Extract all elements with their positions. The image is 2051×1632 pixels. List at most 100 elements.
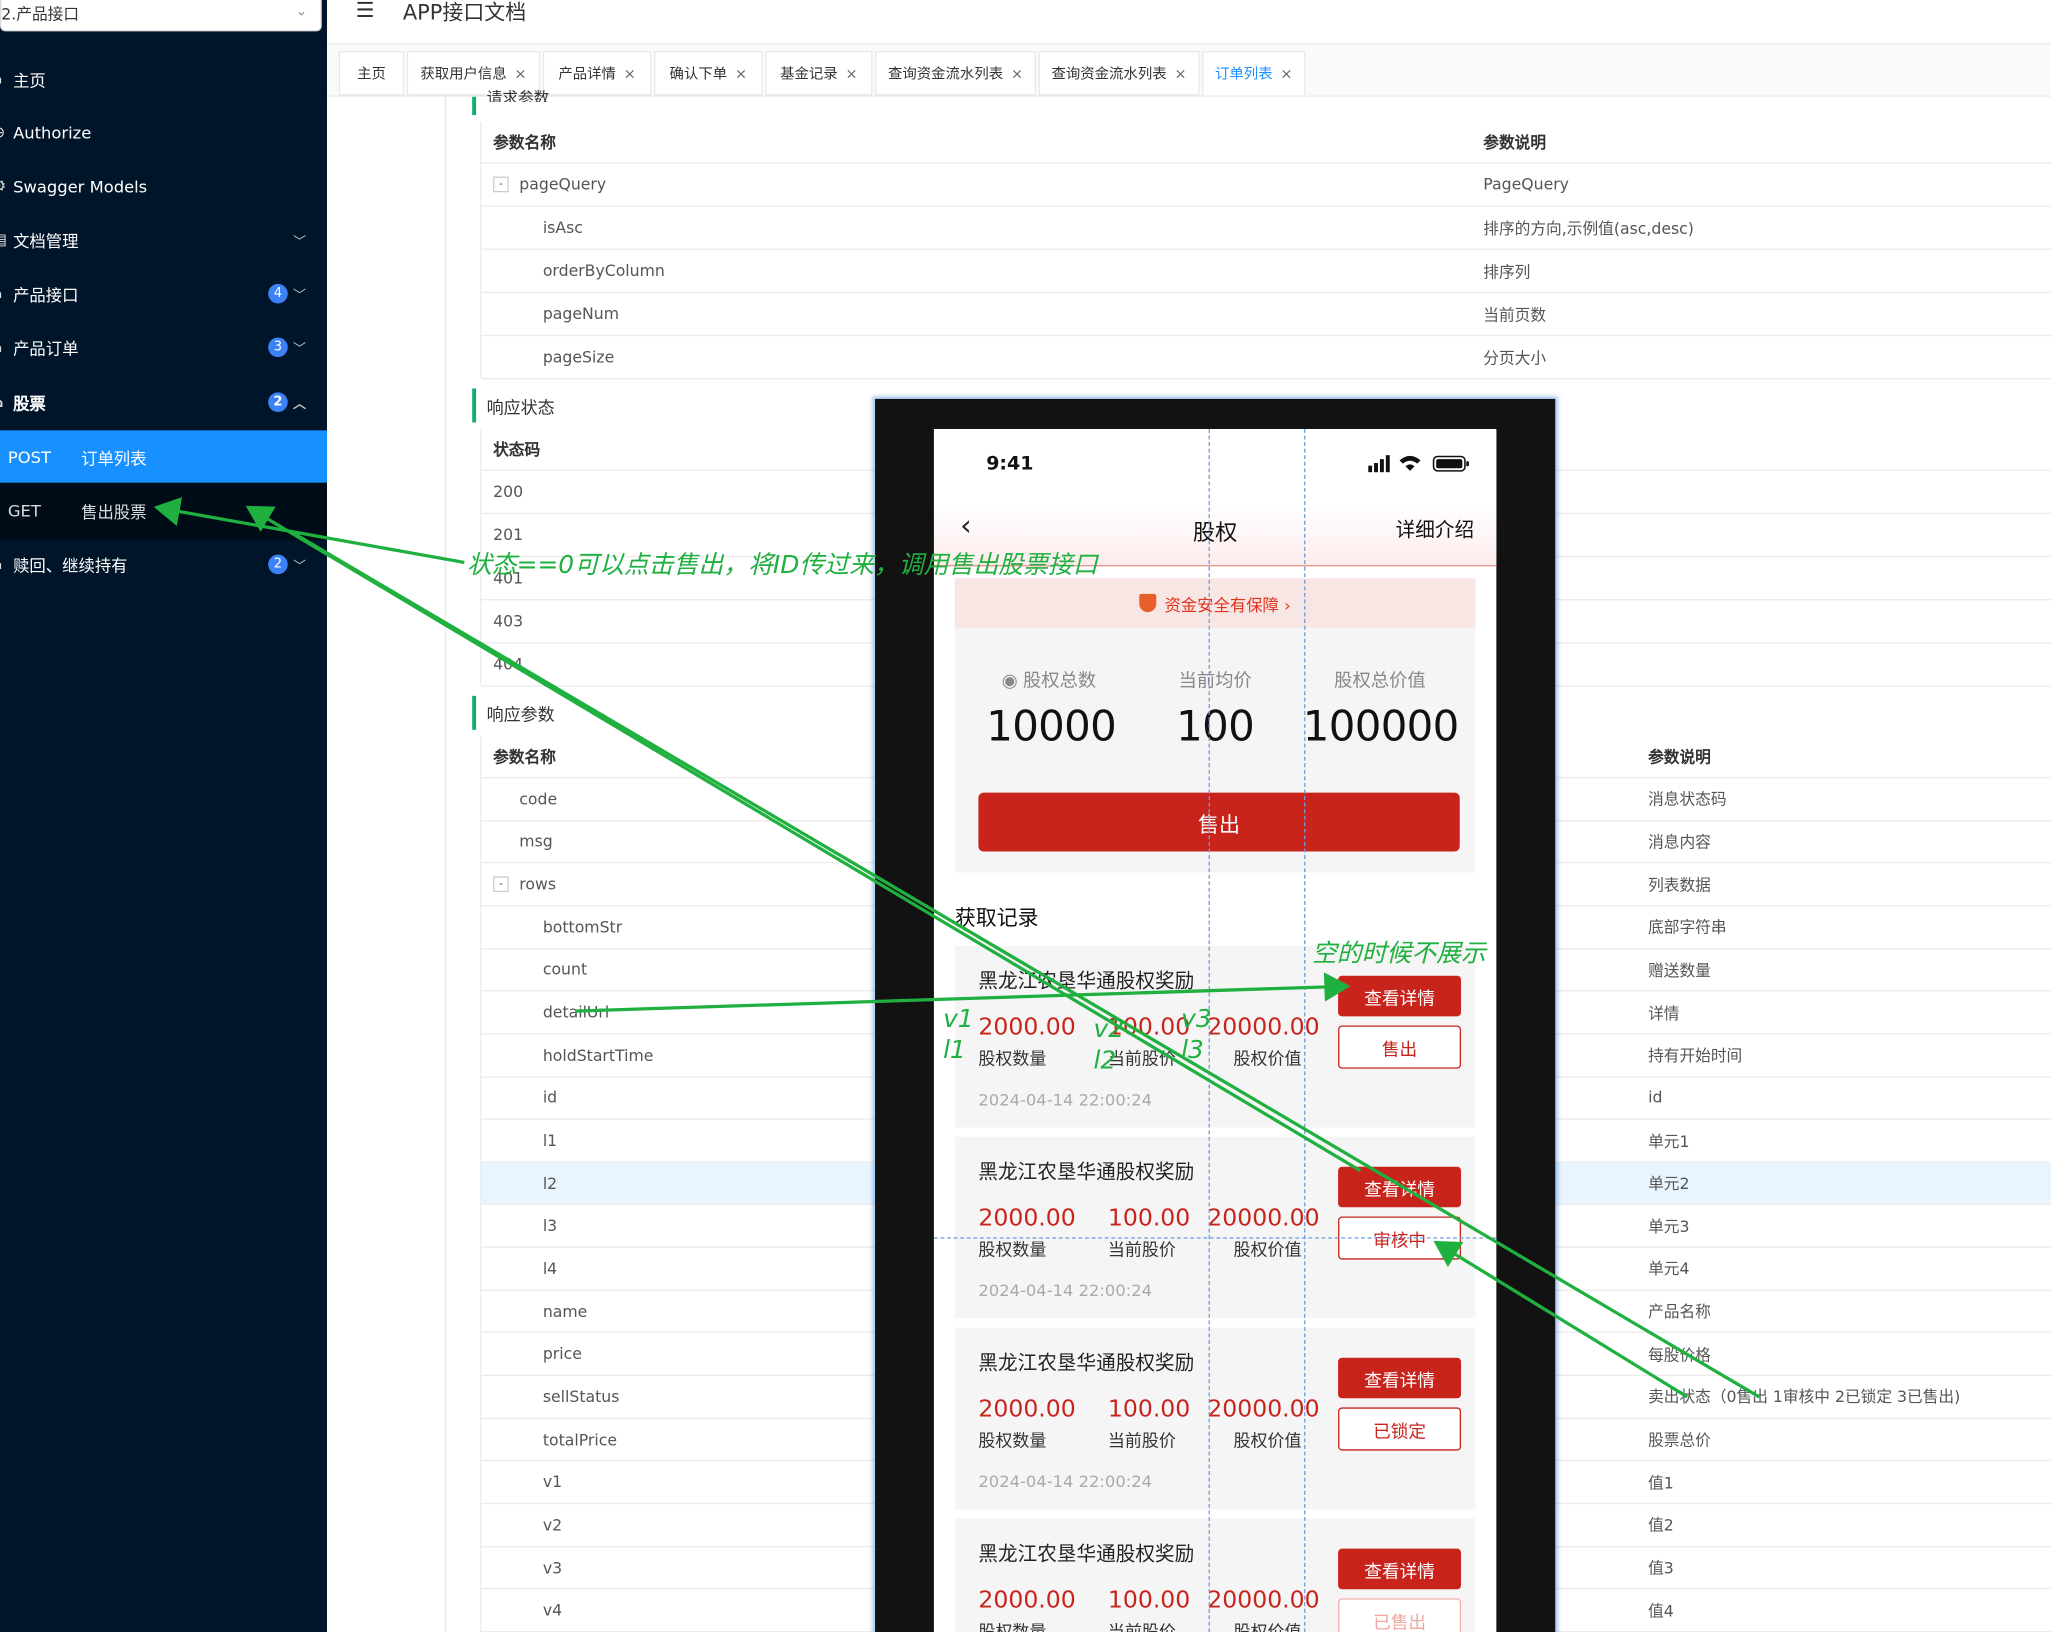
api-icon: ⌂	[0, 284, 10, 302]
cell-text: 值3	[1648, 1559, 1674, 1578]
expand-toggle-icon[interactable]: -	[493, 876, 509, 893]
cell-text: 每股价格	[1648, 1345, 1711, 1364]
annotation-v1: v1	[943, 1004, 974, 1034]
record-equity-value-label: 股权价值	[1233, 1241, 1302, 1261]
tab-bar: 主页 获取用户信息 × 产品详情 × 确认下单 × 基金记录 × 查询资金流水列表 × 查询资金流水列…	[327, 44, 2051, 97]
menu-toggle-icon[interactable]: ☰	[356, 0, 375, 22]
close-icon[interactable]: ×	[845, 65, 857, 82]
record-current-price-label: 当前股价	[1107, 1432, 1176, 1452]
record-status-button[interactable]: 已售出	[1338, 1598, 1462, 1632]
eye-icon[interactable]: ◉	[1002, 671, 1018, 692]
param-name: v4	[543, 1590, 562, 1631]
cell-text: 值1	[1648, 1473, 1674, 1493]
cell-text: 参数名称	[493, 133, 556, 152]
sidebar-item-label: 文档管理	[13, 230, 79, 251]
close-icon[interactable]: ×	[624, 65, 636, 82]
view-detail-button[interactable]: 查看详情	[1338, 975, 1462, 1017]
column-header: 状态码	[493, 429, 540, 470]
column-header: 参数名称	[493, 736, 556, 777]
method-post: POST	[7, 446, 51, 467]
record-share-count-label: 股权数量	[978, 1618, 1046, 1632]
submenu-item-sell-stock[interactable]: GET 售出股票	[0, 484, 327, 536]
column-header: 参数名称	[493, 122, 556, 163]
sell-button[interactable]: 售出	[978, 792, 1460, 852]
param-name: detailUrl	[543, 992, 609, 1033]
close-icon[interactable]: ×	[1280, 65, 1292, 82]
safety-text: 资金安全有保障 ›	[1164, 594, 1291, 615]
record-date: 2024-04-14 22:00:24	[978, 1471, 1153, 1492]
chevron-down-icon: ﹀	[292, 288, 307, 303]
sidebar-item-2[interactable]: ⚙Swagger Models	[0, 160, 327, 212]
record-share-count-label: 股权数量	[978, 1050, 1047, 1070]
sidebar-item-label: 产品订单	[13, 338, 79, 358]
status-code: 403	[493, 600, 523, 642]
stat-label: 当前均价	[1178, 671, 1252, 692]
param-name: - rows	[493, 864, 556, 905]
method-get: GET	[7, 500, 41, 520]
tab-2[interactable]: 产品详情 ×	[542, 51, 652, 96]
record-status-button[interactable]: 已锁定	[1338, 1407, 1462, 1451]
tab-5[interactable]: 查询资金流水列表 ×	[875, 51, 1036, 96]
sidebar: 2.产品接口 ⌄ ⌂主页⊖Authorize⚙Swagger Models▤文档…	[0, 0, 327, 1632]
param-name: sellStatus	[543, 1376, 620, 1417]
cell-text: 详情	[1648, 1003, 1680, 1023]
sidebar-item-5[interactable]: ⌂产品订单 3 ﹀	[0, 320, 327, 372]
close-icon[interactable]: ×	[1174, 65, 1186, 82]
view-detail-button[interactable]: 查看详情	[1338, 1548, 1462, 1590]
record-share-count: 2000.00	[978, 1395, 1076, 1424]
section-bar	[472, 96, 477, 116]
cell-text: 持有开始时间	[1648, 1046, 1743, 1065]
sidebar-item-3[interactable]: ▤文档管理 ﹀	[0, 213, 327, 265]
sidebar-item-1[interactable]: ⊖Authorize	[0, 106, 327, 158]
sidebar-item-0[interactable]: ⌂主页	[0, 52, 327, 104]
record-status-button[interactable]: 售出	[1338, 1025, 1462, 1069]
record-share-count: 2000.00	[978, 1586, 1076, 1615]
close-icon[interactable]: ×	[515, 65, 527, 82]
submenu-item-order-list[interactable]: POST 订单列表	[0, 430, 327, 483]
cell-text: 赠送数量	[1648, 961, 1711, 980]
sidebar-item-7[interactable]: ⌂赎回、继续持有 2 ﹀	[0, 538, 327, 590]
sidebar-item-6[interactable]: ⌂股票 2︿	[0, 375, 327, 427]
param-name: l3	[543, 1205, 557, 1246]
cell-text: 参数说明	[1483, 133, 1547, 152]
record-card: 黑龙江农垦华通股权奖励2000.00100.0020000.00股权数量当前股价…	[954, 1518, 1476, 1632]
tab-label: 产品详情	[558, 65, 616, 83]
group-select[interactable]: 2.产品接口 ⌄	[0, 0, 322, 32]
param-desc: 持有开始时间	[1648, 1034, 1742, 1075]
cell-text: v1	[542, 1473, 563, 1492]
safety-banner[interactable]: 资金安全有保障 ›	[954, 578, 1476, 628]
tab-3[interactable]: 确认下单 ×	[654, 51, 763, 96]
cell-text: 卖出状态（0售出 1审核中 2已锁定 3已售出)	[1648, 1388, 1961, 1407]
expand-toggle-icon[interactable]: -	[493, 176, 509, 193]
equity-summary: ◉ 股权总数 10000 当前均价 100 股权总价值 100000 售出	[954, 627, 1476, 873]
section-bar	[472, 388, 477, 423]
cell-text: bottomStr	[542, 917, 623, 937]
tab-6[interactable]: 查询资金流水列表 ×	[1038, 51, 1200, 96]
record-share-count: 2000.00	[978, 1013, 1076, 1042]
view-detail-button[interactable]: 查看详情	[1338, 1166, 1462, 1208]
close-icon[interactable]: ×	[735, 65, 747, 82]
tab-7[interactable]: 订单列表 ×	[1202, 51, 1306, 96]
cell-text: 单元2	[1648, 1174, 1690, 1194]
tab-label: 查询资金流水列表	[1051, 65, 1167, 83]
cell-text: id	[542, 1088, 558, 1108]
guide-line	[1304, 429, 1306, 1632]
annotation-empty-note: 空的时候不展示	[1311, 939, 1486, 968]
tab-label: 订单列表	[1214, 65, 1273, 83]
cell-text: v2	[542, 1515, 563, 1535]
param-desc: 排序的方向,示例值(asc,desc)	[1483, 207, 1694, 249]
tab-4[interactable]: 基金记录 ×	[765, 51, 873, 96]
sidebar-item-4[interactable]: ⌂产品接口 4 ﹀	[0, 267, 327, 319]
tab-0[interactable]: 主页	[338, 51, 405, 96]
record-card: 黑龙江农垦华通股权奖励2000.00100.0020000.00股权数量当前股价…	[954, 945, 1476, 1128]
param-name: count	[543, 949, 587, 990]
detail-intro-link[interactable]: 详细介绍	[1396, 515, 1475, 542]
annotation-l3: l3	[1181, 1035, 1204, 1065]
status-bar-icons	[1368, 455, 1469, 473]
annotation-main-note: 状态==0可以点击售出，将ID传过来，调用售出股票接口	[466, 550, 1098, 580]
param-desc: 当前页数	[1483, 293, 1546, 335]
status-code: 404	[493, 644, 523, 686]
close-icon[interactable]: ×	[1011, 65, 1023, 82]
record-equity-value: 20000.00	[1207, 1395, 1320, 1424]
view-detail-button[interactable]: 查看详情	[1338, 1357, 1462, 1399]
